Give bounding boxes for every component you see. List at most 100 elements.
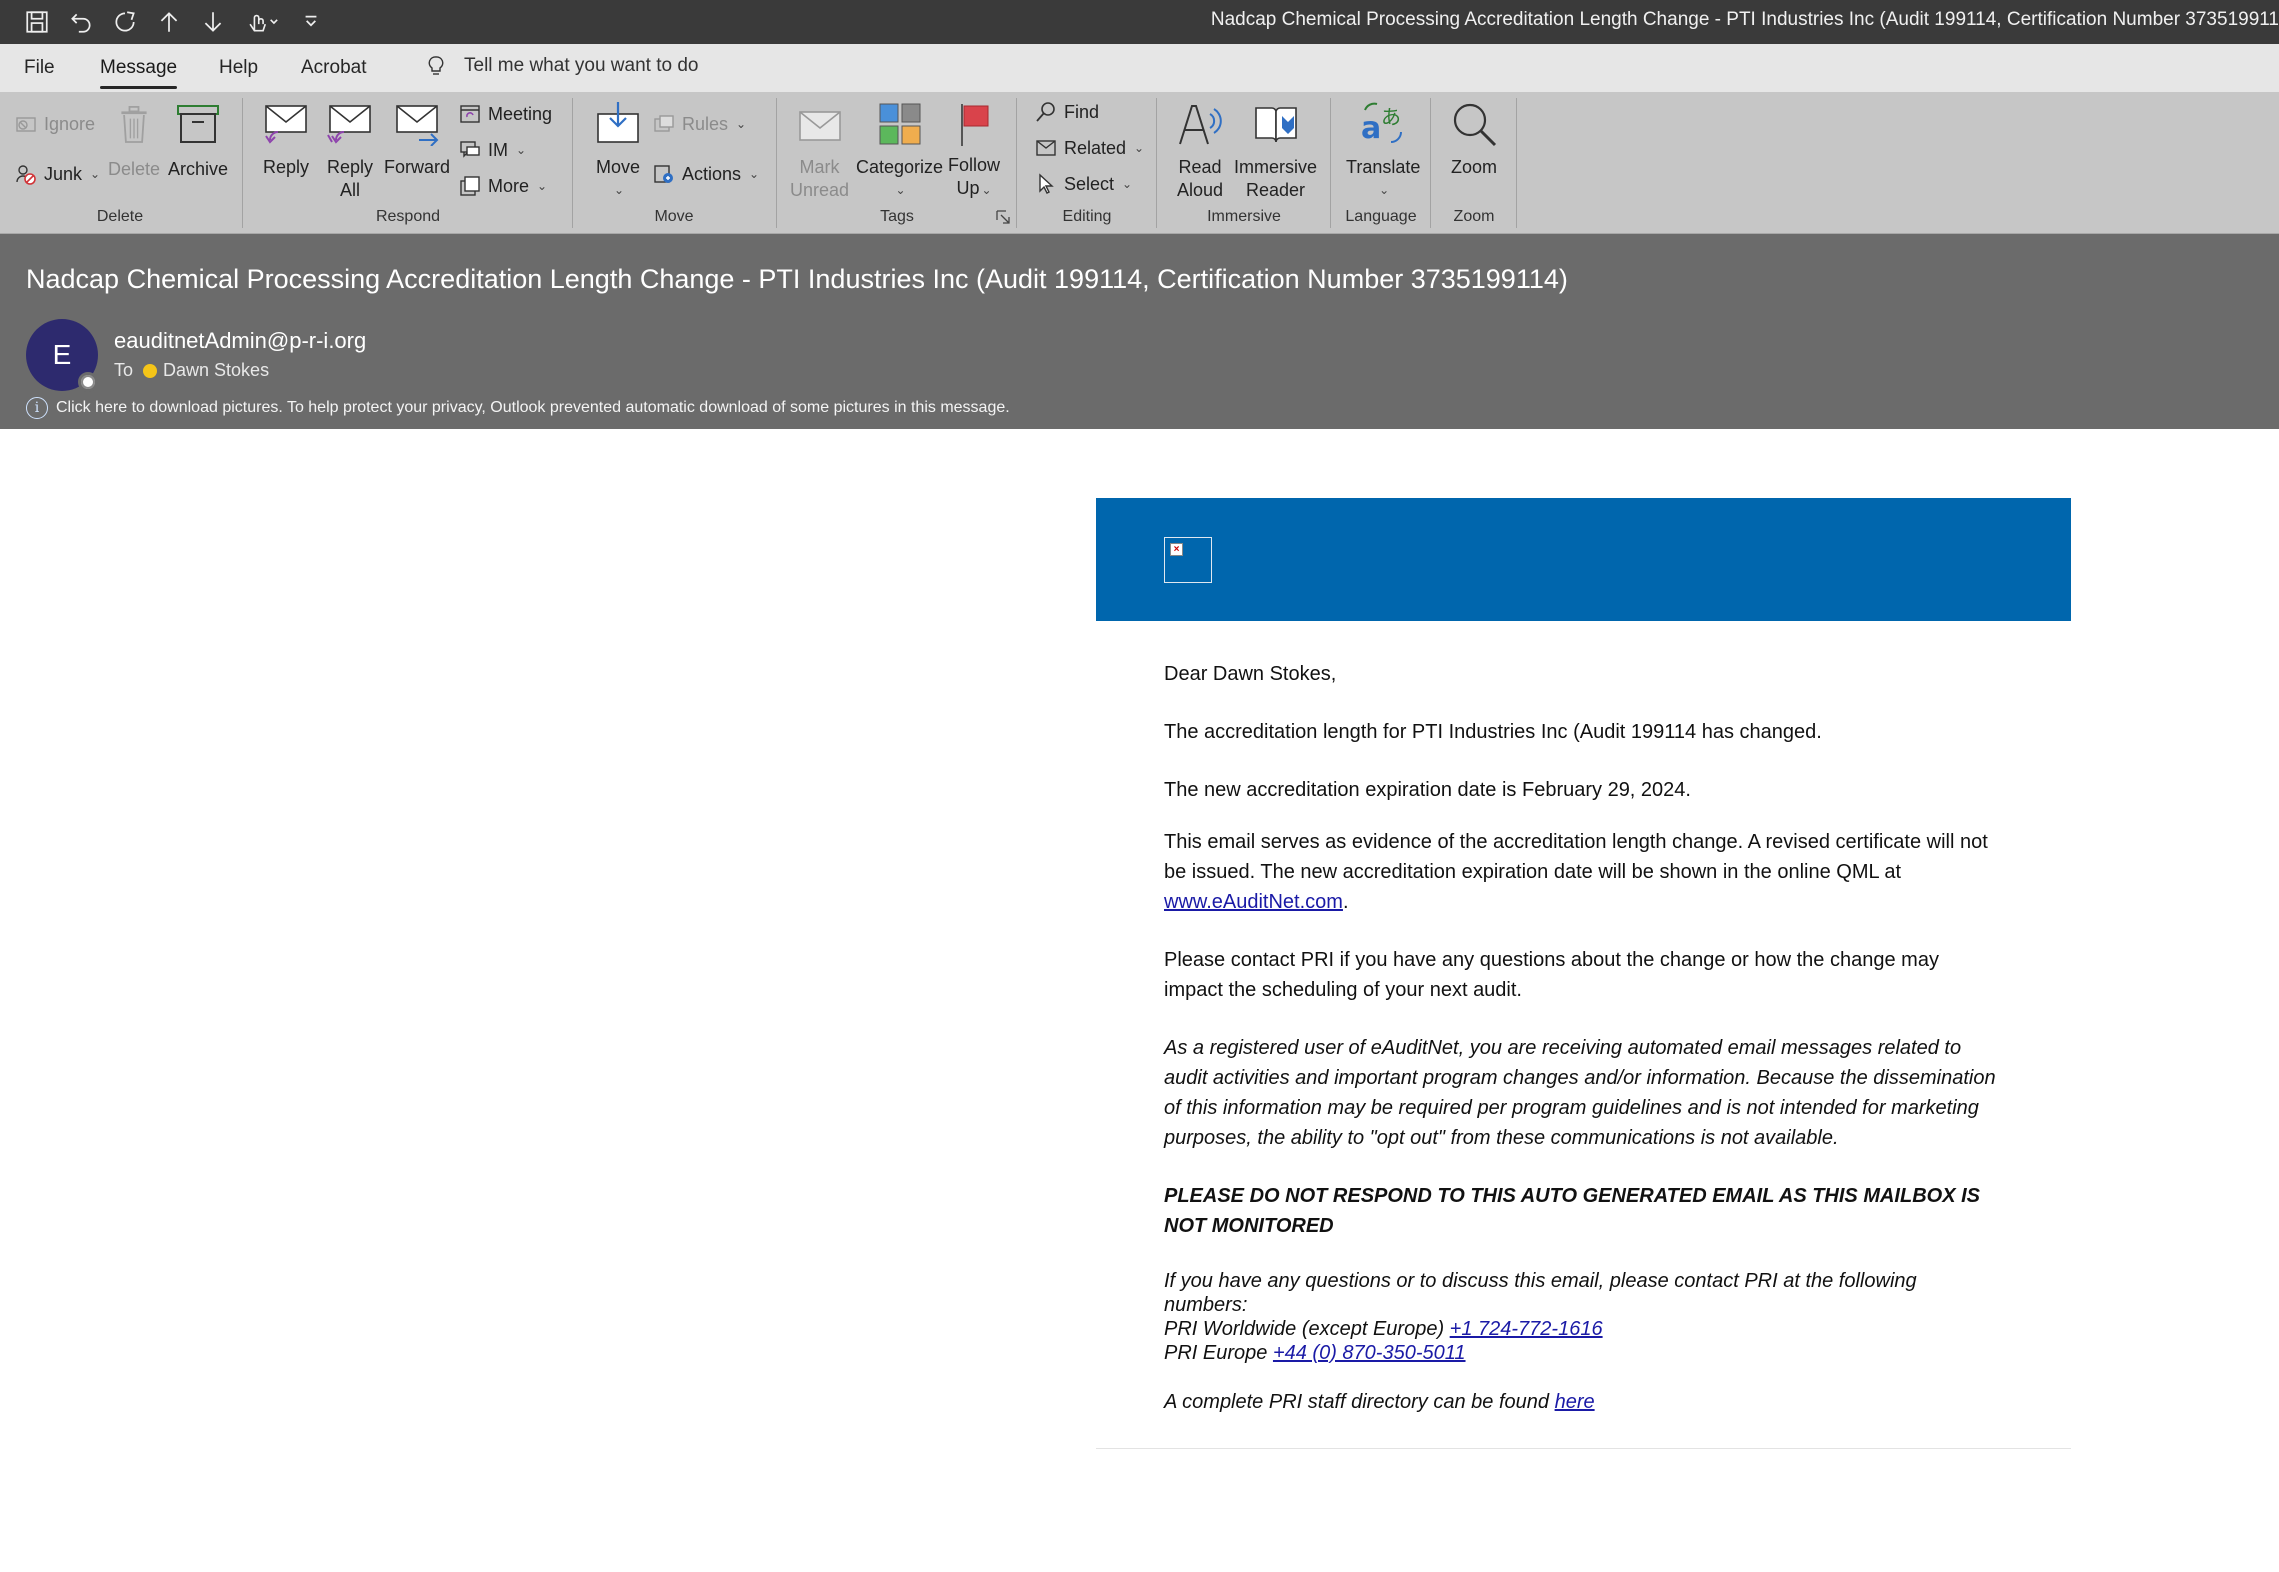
recipient[interactable]: Dawn Stokes	[143, 360, 269, 381]
read-aloud-button[interactable]: Read Aloud	[1174, 98, 1226, 202]
paragraph-evidence: This email serves as evidence of the acc…	[1164, 831, 1988, 913]
zoom-button[interactable]: Zoom	[1448, 98, 1500, 179]
forward-button[interactable]: Forward	[384, 98, 450, 179]
trash-icon	[108, 98, 160, 150]
worldwide-phone-link[interactable]: +1 724-772-1616	[1450, 1318, 1603, 1340]
down-arrow-icon[interactable]	[198, 7, 228, 37]
ribbon-separator	[1330, 98, 1331, 228]
move-group-label: Move	[654, 208, 694, 225]
related-button[interactable]: Related ⌄	[1034, 136, 1144, 160]
ribbon-group-language: aあ Translate ⌄ Language	[1332, 92, 1430, 234]
chat-icon	[460, 141, 480, 158]
tags-group-label: Tags	[880, 208, 914, 225]
archive-button[interactable]: Archive	[168, 98, 228, 181]
zoom-group-label: Zoom	[1453, 208, 1495, 225]
ribbon-separator	[1016, 98, 1017, 228]
email-banner: ×	[1096, 498, 2071, 621]
im-button[interactable]: IM ⌄	[458, 138, 526, 162]
reply-all-icon	[324, 98, 376, 150]
blocked-image-placeholder[interactable]: ×	[1164, 537, 1212, 583]
ribbon-separator	[242, 98, 243, 228]
svg-text:あ: あ	[1381, 105, 1401, 129]
menu-acrobat[interactable]: Acrobat	[301, 57, 366, 79]
tell-me-label: Tell me what you want to do	[464, 55, 699, 76]
sender-address[interactable]: eauditnetAdmin@p-r-i.org	[114, 328, 366, 354]
respond-group-label: Respond	[375, 208, 441, 225]
window-title: Nadcap Chemical Processing Accreditation…	[1210, 9, 2279, 30]
ribbon-separator	[1516, 98, 1517, 228]
svg-text:a: a	[1361, 111, 1381, 146]
redo-icon[interactable]	[110, 7, 140, 37]
email-footer-divider	[1096, 1448, 2071, 1449]
download-pictures-infobar[interactable]: i Click here to download pictures. To he…	[26, 397, 1010, 419]
europe-phone-link[interactable]: +44 (0) 870-350-5011	[1273, 1342, 1466, 1364]
move-button[interactable]: Move ⌄	[592, 98, 644, 202]
menu-message[interactable]: Message	[100, 57, 178, 89]
staff-directory-line: A complete PRI staff directory can be fo…	[1164, 1391, 1595, 1413]
save-icon[interactable]	[22, 7, 52, 37]
menu-file[interactable]: File	[24, 57, 55, 79]
translate-button[interactable]: aあ Translate ⌄	[1346, 98, 1420, 202]
ribbon-separator	[1430, 98, 1431, 228]
immersive-reader-button[interactable]: Immersive Reader	[1234, 98, 1317, 202]
find-button[interactable]: Find	[1034, 100, 1099, 124]
actions-button[interactable]: Actions ⌄	[652, 162, 759, 186]
ribbon-separator	[1156, 98, 1157, 228]
search-icon	[1036, 102, 1055, 122]
ribbon-separator	[776, 98, 777, 228]
read-aloud-icon	[1174, 98, 1226, 150]
chevron-down-icon: ⌄	[749, 167, 760, 181]
quick-access-toolbar	[22, 6, 326, 38]
paragraph-contact: Please contact PRI if you have any quest…	[1164, 949, 1939, 1001]
chevron-down-icon: ⌄	[537, 179, 548, 193]
mark-unread-icon	[794, 98, 846, 150]
customize-icon[interactable]	[296, 7, 326, 37]
junk-icon	[16, 165, 36, 185]
ribbon-group-delete: Ignore Junk ⌄ Delete Archive Delete	[0, 92, 240, 234]
paragraph-registered-user: As a registered user of eAuditNet, you a…	[1164, 1037, 1996, 1149]
reply-all-button[interactable]: Reply All	[324, 98, 376, 202]
immersive-group-label: Immersive	[1207, 208, 1281, 225]
eauditnet-link[interactable]: www.eAuditNet.com	[1164, 891, 1343, 913]
tell-me-search[interactable]: Tell me what you want to do	[424, 54, 698, 78]
touch-mode-icon[interactable]	[242, 7, 282, 37]
europe-line: PRI Europe +44 (0) 870-350-5011	[1164, 1342, 1466, 1364]
chevron-down-icon: ⌄	[736, 117, 747, 131]
related-icon	[1036, 140, 1056, 156]
categorize-button[interactable]: Categorize ⌄	[856, 98, 943, 202]
lightbulb-icon	[428, 56, 444, 75]
follow-up-button[interactable]: Follow Up ⌄	[948, 98, 1000, 202]
meeting-button[interactable]: Meeting	[458, 102, 552, 126]
chevron-down-icon: ⌄	[613, 183, 625, 197]
rules-button[interactable]: Rules ⌄	[652, 112, 746, 136]
ribbon-separator	[572, 98, 573, 228]
paragraph-do-not-respond: PLEASE DO NOT RESPOND TO THIS AUTO GENER…	[1164, 1185, 1980, 1237]
reply-button[interactable]: Reply	[260, 98, 312, 179]
book-icon	[1250, 98, 1302, 150]
translate-icon: aあ	[1357, 98, 1409, 150]
worldwide-line: PRI Worldwide (except Europe) +1 724-772…	[1164, 1318, 1603, 1340]
junk-button[interactable]: Junk ⌄	[14, 162, 100, 186]
delete-group-label: Delete	[96, 208, 144, 225]
chevron-down-icon: ⌄	[895, 183, 906, 197]
more-icon	[460, 176, 480, 196]
mark-unread-button[interactable]: Mark Unread	[790, 98, 849, 202]
presence-status-icon	[78, 372, 98, 392]
language-group-label: Language	[1345, 208, 1417, 225]
delete-button[interactable]: Delete	[108, 98, 160, 181]
undo-icon[interactable]	[66, 7, 96, 37]
ignore-button[interactable]: Ignore	[14, 112, 95, 136]
paragraph-length-changed: The accreditation length for PTI Industr…	[1164, 721, 1822, 743]
menu-help[interactable]: Help	[219, 57, 258, 79]
email-body: × Dear Dawn Stokes, The accreditation le…	[1096, 498, 2071, 1417]
flag-icon	[948, 98, 1000, 150]
more-button[interactable]: More ⌄	[458, 174, 547, 198]
select-button[interactable]: Select ⌄	[1034, 172, 1132, 196]
ribbon-group-respond: Reply Reply All Forward Meeting IM ⌄ Mor…	[244, 92, 572, 234]
email-content: Dear Dawn Stokes, The accreditation leng…	[1096, 621, 2071, 1417]
reply-icon	[260, 98, 312, 150]
chevron-down-icon: ⌄	[1134, 141, 1145, 155]
up-arrow-icon[interactable]	[154, 7, 184, 37]
staff-directory-link[interactable]: here	[1555, 1391, 1595, 1413]
info-icon: i	[26, 397, 48, 419]
